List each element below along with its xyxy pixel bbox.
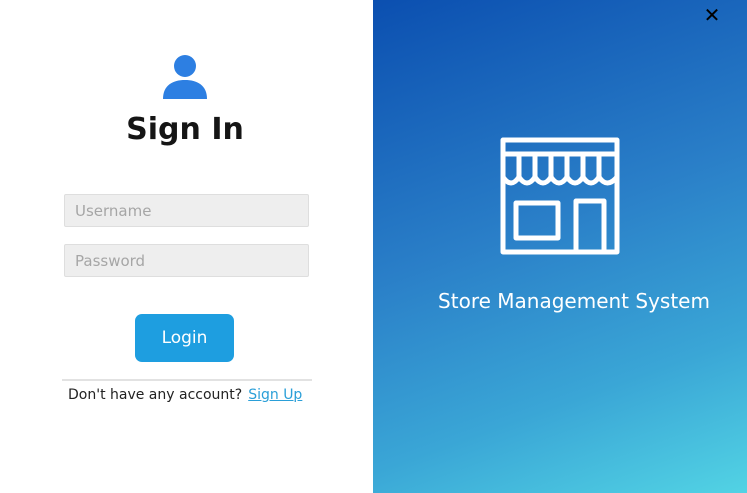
sign-in-panel: Sign In Login Don't have any account? Sig…: [0, 0, 373, 493]
username-input[interactable]: [64, 194, 309, 227]
signup-row: Don't have any account? Sign Up: [68, 387, 302, 403]
close-icon[interactable]: ✕: [700, 4, 724, 26]
login-button[interactable]: Login: [135, 314, 234, 362]
sign-up-link[interactable]: Sign Up: [248, 387, 302, 403]
signup-prompt: Don't have any account?: [68, 387, 243, 403]
login-window: Sign In Login Don't have any account? Sig…: [0, 0, 747, 493]
page-title: Sign In: [126, 112, 244, 147]
user-icon: [163, 55, 207, 99]
storefront-icon: [500, 137, 620, 255]
app-name: Store Management System: [438, 289, 710, 313]
divider: [62, 379, 312, 381]
password-input[interactable]: [64, 244, 309, 277]
